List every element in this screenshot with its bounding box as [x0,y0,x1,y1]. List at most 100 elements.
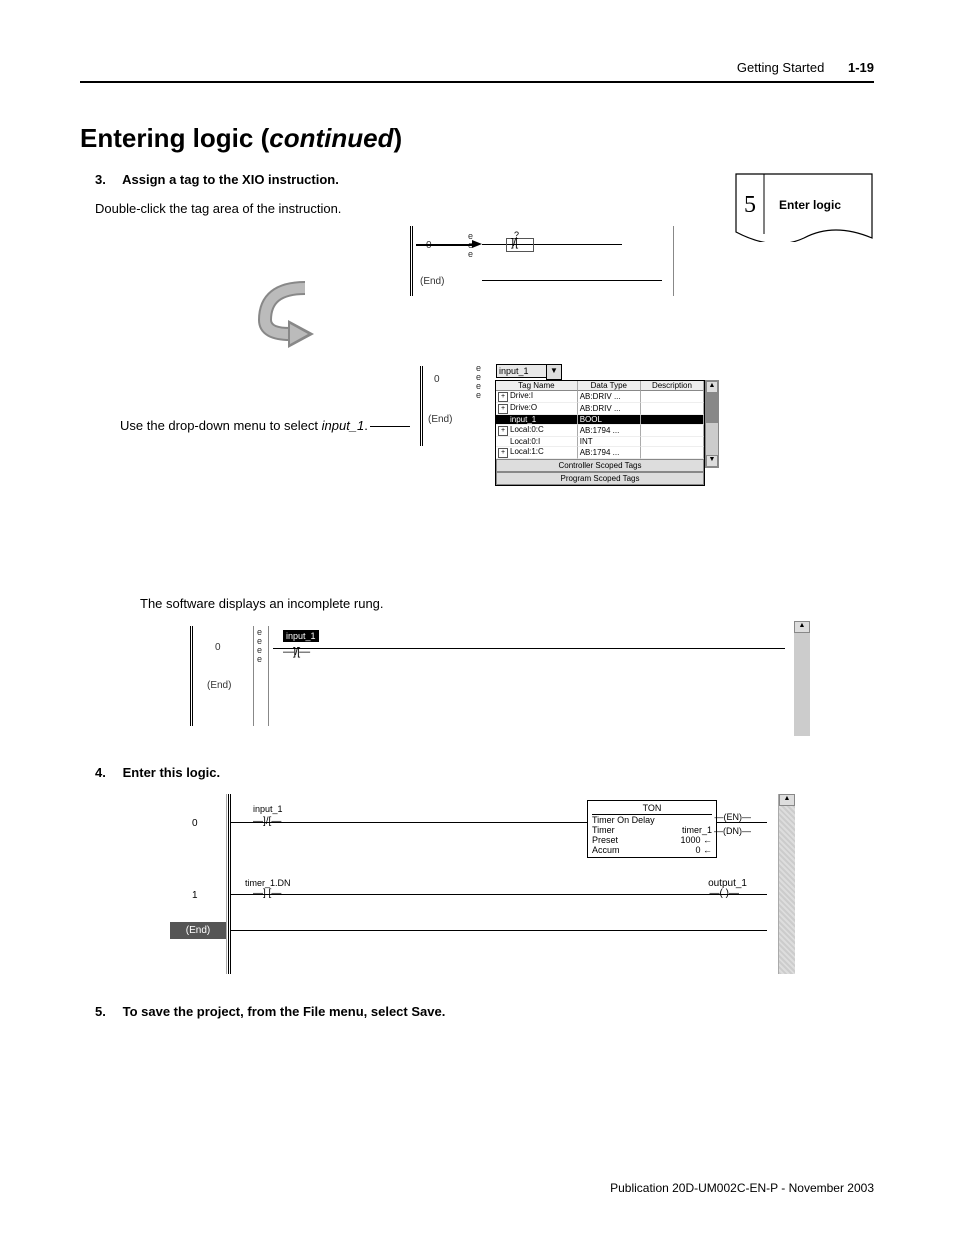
expand-icon[interactable]: + [498,392,508,402]
rung-1-label: 1 [192,890,198,901]
tag-row[interactable]: +Drive:OAB:DRIV ... [496,403,704,415]
title-suffix: ) [393,123,402,153]
logic-area: input_1 —]/[— TON Timer On Delay Timer ti… [228,794,777,974]
program-tags-button[interactable]: Program Scoped Tags [496,472,704,485]
tag-row[interactable]: +Local:0:CAB:1794 ... [496,425,704,437]
caption-after: . [364,418,368,433]
logic-frame: 0 1 (End) input_1 —]/[— TON Timer On Del… [170,794,795,974]
coil-symbol-icon: —( )— [710,888,739,899]
page-number: 1-19 [848,60,874,75]
tag-row[interactable]: Local:0:IINT [496,437,704,447]
ton-name: Timer On Delay [592,815,712,825]
rung-number-column: e e e e [253,626,269,726]
caption-leader-line [370,426,410,427]
end-wire-4 [231,930,767,931]
input-tag-highlight: input_1 [283,630,319,642]
taglist-scrollbar[interactable]: ▲ ▼ [705,380,719,468]
scroll-up-icon[interactable]: ▲ [706,381,718,393]
tag-list[interactable]: Tag Name Data Type Description +Drive:IA… [495,380,705,486]
step-3-title: Assign a tag to the XIO instruction. [122,172,339,187]
col-tagname: Tag Name [496,381,578,391]
rung-1-wire [231,894,767,895]
caption-before: Use the drop-down menu to select [120,418,322,433]
tag-row[interactable]: +Local:1:CAB:1794 ... [496,447,704,459]
title-continued: continued [269,123,393,153]
flag-label: Enter logic [779,198,841,212]
rung-0-label-4: 0 [192,818,198,829]
ton-accum-label: Accum [592,845,620,855]
dn-flag: —(DN)— [714,826,751,836]
rung-0-label-3: 0 [215,642,221,653]
end-label-2: (End) [428,414,452,425]
step-4-number: 4. [95,765,119,780]
figure-incomplete-rung: e e e e 0 (End) input_1 —]/[— ▲ [180,621,810,741]
rung-0-label-2: 0 [434,374,440,385]
scroll-thumb[interactable] [706,393,718,423]
controller-tags-button[interactable]: Controller Scoped Tags [496,459,704,472]
end-wire [482,280,662,281]
scroll-up-icon[interactable]: ▲ [779,794,795,806]
publication-footer: Publication 20D-UM002C-EN-P - November 2… [610,1181,874,1195]
expand-icon[interactable]: + [498,448,508,458]
ton-timer-label: Timer [592,825,615,835]
scroll-up-icon[interactable]: ▲ [794,621,810,633]
caption-tag: input_1 [322,418,365,433]
tag-row-selected[interactable]: input_1BOOL [496,415,704,425]
expand-icon[interactable]: + [498,404,508,414]
rung-frame: e e e e 0 (End) input_1 —]/[— [190,626,806,726]
ladder-frame [410,226,674,296]
xio-symbol-icon: ]/[ [511,237,517,249]
rung-line [416,244,476,246]
xio-instruction: —]/[— [283,642,309,660]
col-description: Description [641,381,704,391]
figure-assign-tag: 0 e e e ? ]/[ (End) [370,226,874,336]
step-5-heading: 5. To save the project, from the File me… [95,1004,874,1019]
ton-title: TON [592,803,712,815]
error-marks-3: e e e e [257,628,262,664]
ton-timer-value: timer_1 [682,825,712,835]
section-name: Getting Started [737,60,824,75]
ton-instruction: TON Timer On Delay Timer timer_1 Preset 10… [587,800,717,858]
step-3-number: 3. [95,172,119,187]
step-4-title: Enter this logic. [123,765,221,780]
rung-scrollbar[interactable]: ▲ [794,621,810,736]
header-rule [80,81,874,83]
en-flag: —(EN)— [714,812,751,822]
figure-dropdown: Use the drop-down menu to select input_1… [80,356,874,516]
page-title: Entering logic (continued) [80,123,874,154]
col-datatype: Data Type [578,381,641,391]
xio-symbol-icon: —]/[— [253,816,281,827]
flag-number: 5 [744,192,756,219]
ton-preset-label: Preset [592,835,618,845]
step-5-title: To save the project, from the File menu,… [123,1004,446,1019]
rung-wire-3 [273,648,785,649]
scroll-down-icon[interactable]: ▼ [706,455,718,467]
end-block: (End) [170,922,226,939]
step-4-heading: 4. Enter this logic. [95,765,874,780]
incomplete-rung-text: The software displays an incomplete rung… [140,596,874,611]
ton-preset-value: 1000 ← [680,835,712,845]
ton-accum-value: 0 ← [695,845,712,855]
dropdown-button[interactable]: ▼ [546,364,562,380]
title-main: Entering logic ( [80,123,269,153]
step-5-number: 5. [95,1004,119,1019]
xio-tag: input_1 [253,804,283,814]
tag-input[interactable]: input_1 [496,364,547,378]
curved-arrow-icon [250,280,330,350]
dropdown-caption: Use the drop-down menu to select input_1… [120,418,368,433]
xio-box: ]/[ [506,238,534,252]
rung-wire [482,244,622,245]
xic-symbol-icon: —] [— [253,888,281,899]
error-marks-2: e e e e [476,364,481,400]
tag-row[interactable]: +Drive:IAB:DRIV ... [496,391,704,403]
xic-tag: timer_1.DN [245,878,291,888]
expand-icon[interactable]: + [498,426,508,436]
figure-enter-logic: 0 1 (End) input_1 —]/[— TON Timer On Del… [170,794,795,974]
end-label: (End) [420,276,444,287]
arrowhead-icon [472,240,482,248]
logic-scrollbar[interactable]: ▲ [778,794,795,974]
page-header: Getting Started 1-19 [80,60,874,75]
ladder-frame-2 [420,366,493,446]
rung-number-column-4: 0 1 (End) [170,794,227,974]
end-label-3: (End) [207,680,231,691]
